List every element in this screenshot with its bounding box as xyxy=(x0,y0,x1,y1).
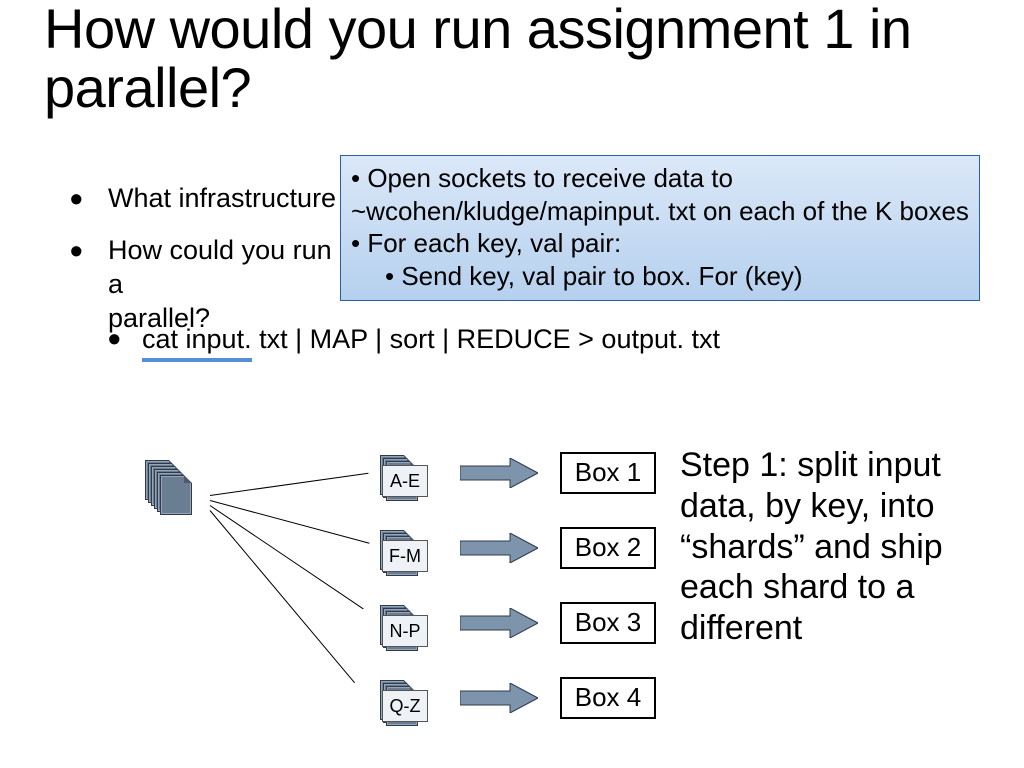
slide: How would you run assignment 1 in parall… xyxy=(0,0,1024,768)
bullet-dot-icon: • xyxy=(108,316,121,361)
box-3: Box 3 xyxy=(560,602,656,644)
bullet-dot-icon: • xyxy=(70,176,83,221)
line-icon xyxy=(210,510,355,683)
shard-label: A-E xyxy=(382,465,428,497)
arrow-right-icon xyxy=(460,533,538,563)
note-line-2: • For each key, val pair: xyxy=(351,227,969,260)
bullet-3-text: cat input. txt | MAP | sort | REDUCE > o… xyxy=(142,323,720,357)
arrow-right-icon xyxy=(460,683,538,713)
slide-title: How would you run assignment 1 in parall… xyxy=(44,0,984,118)
box-2: Box 2 xyxy=(560,527,656,569)
shard-label: N-P xyxy=(382,615,428,647)
arrow-right-icon xyxy=(460,458,538,488)
bullet-2-text: How could you run a parallel? xyxy=(108,234,368,335)
input-stack-icon xyxy=(145,460,183,508)
shard-label: F-M xyxy=(382,540,428,572)
shard-label: Q-Z xyxy=(382,690,428,722)
diagram: A-E F-M N-P Q-Z xyxy=(90,440,990,760)
bullet-dot-icon: • xyxy=(70,228,83,273)
underline-accent xyxy=(142,358,252,362)
note-line-1: • Open sockets to receive data to ~wcohe… xyxy=(351,162,969,227)
box-1: Box 1 xyxy=(560,452,656,494)
note-line-3: • Send key, val pair to box. For (key) xyxy=(385,260,969,293)
bullet-1-text: What infrastructure w xyxy=(108,182,363,216)
step-description: Step 1: split input data, by key, into “… xyxy=(680,445,1020,649)
box-4: Box 4 xyxy=(560,677,656,719)
arrow-right-icon xyxy=(460,608,538,638)
callout-note: • Open sockets to receive data to ~wcohe… xyxy=(340,155,980,301)
line-icon xyxy=(210,473,369,496)
